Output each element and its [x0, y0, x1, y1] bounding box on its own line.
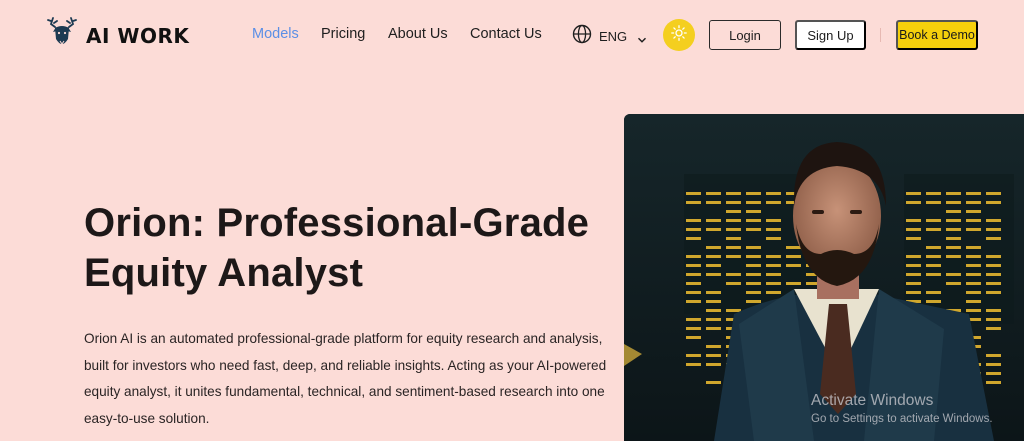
login-button[interactable]: Login — [709, 20, 781, 50]
nav-link-about-us[interactable]: About Us — [388, 26, 448, 42]
signup-button[interactable]: Sign Up — [795, 20, 866, 50]
sun-icon — [671, 24, 687, 46]
nav-divider — [880, 28, 881, 42]
nav-link-models[interactable]: Models — [252, 26, 299, 42]
hero-description: Orion AI is an automated professional-gr… — [84, 331, 607, 426]
language-label: ENG — [599, 29, 628, 44]
book-demo-button[interactable]: Book a Demo — [896, 20, 978, 50]
language-selector[interactable]: ENG — [572, 24, 647, 49]
watermark-subtitle: Go to Settings to activate Windows. — [811, 413, 993, 425]
hero-title: Orion: Professional-Grade Equity Analyst — [84, 201, 590, 295]
theme-toggle-button[interactable] — [663, 19, 695, 51]
globe-icon — [572, 24, 592, 49]
nav-link-contact-us[interactable]: Contact Us — [470, 26, 542, 42]
main-nav: Models Pricing About Us Contact Us — [0, 26, 1024, 46]
nav-link-pricing[interactable]: Pricing — [321, 26, 365, 42]
watermark-title: Activate Windows — [811, 392, 934, 409]
windows-activation-watermark: Activate Windows Go to Settings to activ… — [811, 392, 993, 425]
top-navbar: AI WORK Models Pricing About Us Contact … — [0, 0, 1024, 70]
chevron-down-icon — [637, 32, 647, 43]
